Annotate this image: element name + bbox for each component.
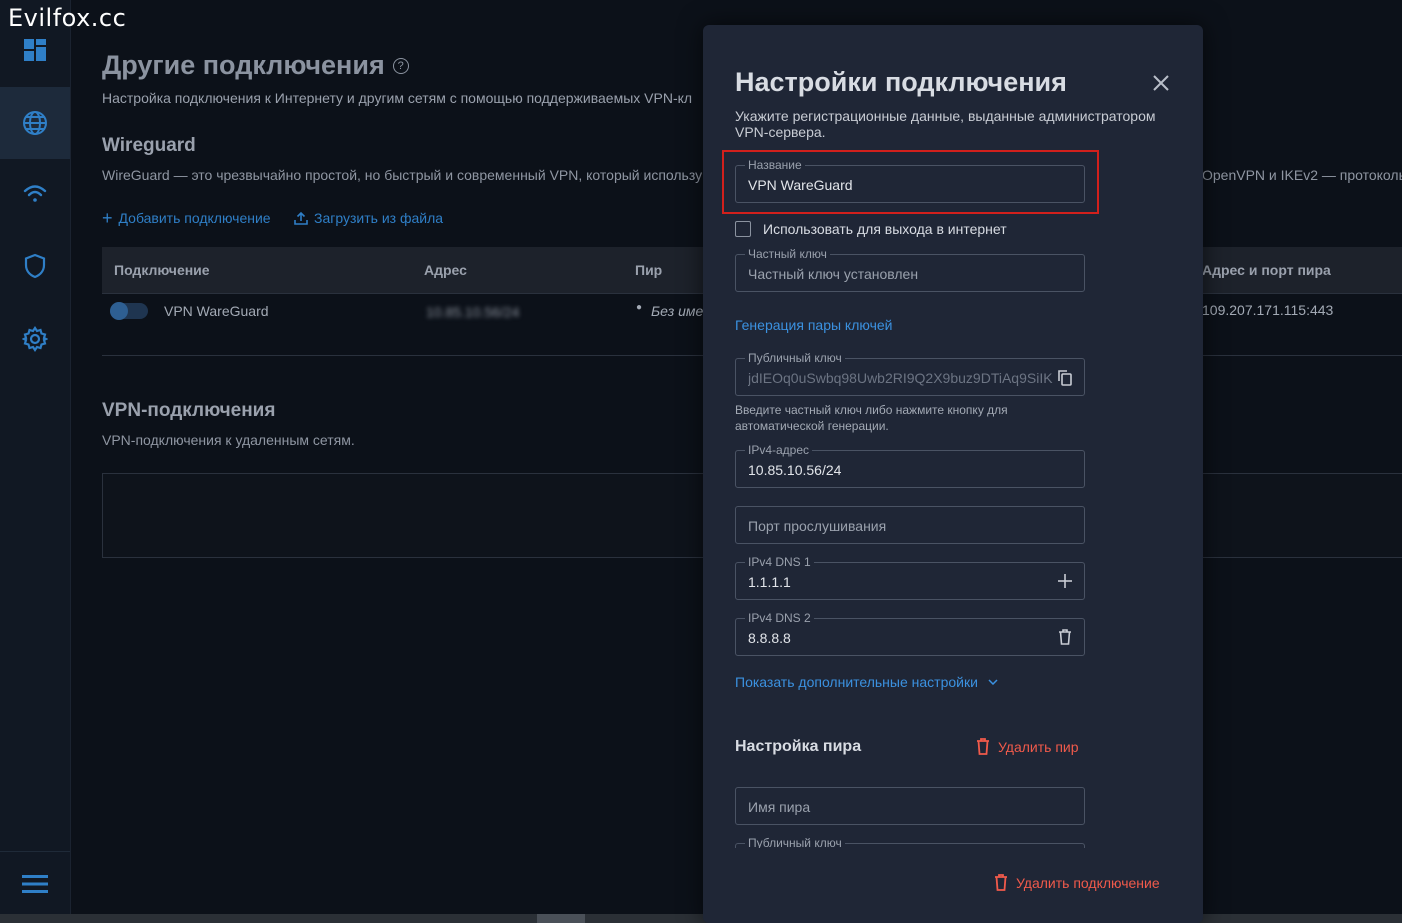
upload-icon — [294, 211, 308, 225]
upload-file-link[interactable]: Загрузить из файла — [294, 210, 443, 226]
private-key-placeholder: Частный ключ установлен — [748, 266, 919, 282]
sidebar-item-wifi[interactable] — [0, 158, 70, 230]
scrollbar-thumb[interactable] — [537, 914, 585, 923]
header-address: Адрес — [424, 262, 467, 278]
plus-icon: + — [102, 208, 113, 228]
public-key-field: Публичный ключ jdIEOq0uSwbq98Uwb2RI9Q2X9… — [735, 351, 1085, 396]
public-key-label: Публичный ключ — [745, 351, 845, 365]
peer-section-title: Настройка пира — [735, 738, 862, 755]
highlight-box — [722, 150, 1099, 214]
upload-file-label: Загрузить из файла — [314, 210, 444, 226]
dns1-label: IPv4 DNS 1 — [745, 555, 814, 569]
wifi-icon — [23, 185, 47, 202]
use-for-internet-row[interactable]: Использовать для выхода в интернет — [735, 221, 1007, 237]
listen-port-field[interactable]: Порт прослушивания — [735, 506, 1085, 544]
ipv4-address-field[interactable]: IPv4-адрес 10.85.10.56/24 — [735, 443, 1085, 488]
delete-connection-label: Удалить подключение — [1016, 874, 1160, 891]
trash-icon — [995, 874, 1007, 891]
private-key-label: Частный ключ — [745, 247, 830, 261]
connection-name[interactable]: VPN WareGuard — [164, 303, 269, 319]
add-connection-label: Добавить подключение — [118, 210, 271, 226]
page-title: Другие подключения ? — [102, 50, 409, 81]
modal-description: Укажите регистрационные данные, выданные… — [735, 108, 1156, 140]
dashboard-icon — [24, 39, 46, 61]
copy-icon — [1058, 369, 1072, 386]
globe-icon — [23, 111, 47, 135]
connection-address-blurred: 10.85.10.56/24 — [426, 304, 520, 320]
modal-title: Настройки подключения — [735, 67, 1067, 97]
help-icon[interactable]: ? — [392, 57, 409, 74]
connection-settings-modal: Настройки подключения Укажите регистраци… — [703, 25, 1203, 923]
listen-port-placeholder: Порт прослушивания — [748, 518, 887, 534]
trash-icon — [1059, 629, 1071, 645]
dns1-field[interactable]: IPv4 DNS 1 1.1.1.1 — [735, 555, 1085, 600]
ipv4-address-label: IPv4-адрес — [745, 443, 813, 457]
header-peer-address: Адрес и порт пира — [1202, 262, 1331, 278]
close-button[interactable] — [1151, 73, 1171, 93]
dns2-label: IPv4 DNS 2 — [745, 611, 814, 625]
shield-icon — [24, 253, 46, 279]
connection-peer: Без име — [651, 303, 704, 319]
page-title-text: Другие подключения — [102, 50, 385, 80]
peer-status-dot: ● — [636, 302, 643, 313]
page-subtitle: Настройка подключения к Интернету и друг… — [102, 90, 693, 106]
hamburger-menu-icon — [22, 875, 48, 893]
copy-button[interactable] — [1056, 368, 1074, 386]
add-dns-button[interactable] — [1056, 572, 1074, 590]
use-for-internet-label: Использовать для выхода в интернет — [763, 221, 1007, 237]
wireguard-description: WireGuard — это чрезвычайно простой, но … — [102, 167, 703, 183]
gear-icon — [22, 326, 48, 352]
use-for-internet-checkbox[interactable] — [735, 221, 751, 237]
dns1-value: 1.1.1.1 — [748, 574, 791, 590]
sidebar-item-settings[interactable] — [0, 303, 70, 375]
ipv4-address-value: 10.85.10.56/24 — [748, 462, 842, 478]
trash-icon — [977, 738, 989, 755]
delete-dns-button[interactable] — [1056, 628, 1074, 646]
generate-keys-label: Генерация пары ключей — [735, 317, 893, 333]
sidebar — [0, 0, 71, 914]
header-connection: Подключение — [114, 262, 210, 278]
delete-connection-button[interactable]: Удалить подключение — [994, 874, 1160, 891]
keys-hint: Введите частный ключ либо нажмите кнопку… — [735, 403, 1008, 433]
peer-name-field[interactable]: Имя пира — [735, 787, 1085, 825]
header-peer: Пир — [635, 262, 663, 278]
sidebar-item-security[interactable] — [0, 230, 70, 302]
dns2-value: 8.8.8.8 — [748, 630, 791, 646]
generate-keys-link[interactable]: Генерация пары ключей — [735, 317, 892, 333]
vpn-description: VPN-подключения к удаленным сетям. — [102, 432, 355, 448]
add-connection-link[interactable]: + Добавить подключение — [102, 208, 271, 228]
vpn-title: VPN-подключения — [102, 400, 276, 421]
dns2-field[interactable]: IPv4 DNS 2 8.8.8.8 — [735, 611, 1085, 656]
public-key-value: jdIEOq0uSwbq98Uwb2RI9Q2X9buz9DTiAq9SiIKG — [748, 370, 1053, 386]
wireguard-title: Wireguard — [102, 135, 196, 156]
wireguard-description-right: OpenVPN и IKEv2 — протоколы — [1202, 167, 1402, 183]
connection-peer-address: 109.207.171.115:443 — [1202, 302, 1334, 318]
show-advanced-label: Показать дополнительные настройки — [735, 674, 978, 690]
delete-peer-button[interactable]: Удалить пир — [976, 738, 1079, 755]
show-advanced-link[interactable]: Показать дополнительные настройки — [735, 674, 998, 690]
private-key-field[interactable]: Частный ключ Частный ключ установлен — [735, 247, 1085, 292]
chevron-down-icon — [988, 679, 998, 685]
connection-toggle-knob — [110, 302, 128, 320]
sidebar-menu-button[interactable] — [0, 848, 70, 920]
sidebar-item-internet[interactable] — [0, 87, 70, 159]
delete-peer-label: Удалить пир — [998, 738, 1079, 755]
plus-icon — [1058, 574, 1072, 588]
close-icon — [1153, 75, 1169, 91]
peer-name-placeholder: Имя пира — [748, 799, 811, 815]
watermark: Evilfox.cc — [8, 4, 127, 32]
